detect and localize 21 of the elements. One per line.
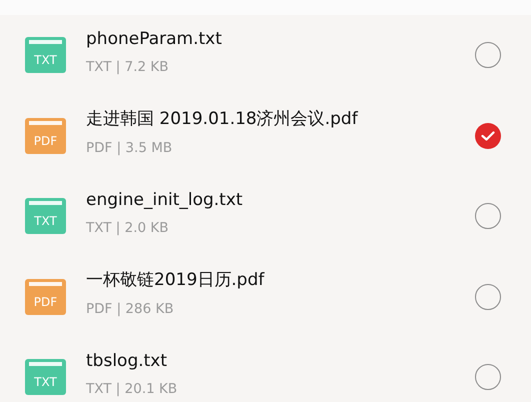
file-name: engine_init_log.txt xyxy=(86,190,244,210)
file-name: phoneParam.txt xyxy=(86,28,223,50)
file-meta: PDF | 286 KB xyxy=(86,300,175,319)
select-radio[interactable] xyxy=(475,284,501,310)
check-icon xyxy=(481,130,495,141)
file-icon: TXT xyxy=(25,37,66,74)
file-name: tbslog.txt xyxy=(86,350,168,372)
file-name: 一杯敬链2019日历.pdf xyxy=(86,270,266,291)
file-meta: PDF | 3.5 MB xyxy=(86,138,174,158)
file-meta: TXT | 7.2 KB xyxy=(86,58,170,78)
select-radio[interactable] xyxy=(475,122,501,149)
file-meta: TXT | 20.1 KB xyxy=(86,380,178,400)
select-radio[interactable] xyxy=(475,364,501,390)
file-icon: TXT xyxy=(25,359,66,396)
file-meta: TXT | 2.0 KB xyxy=(86,219,170,238)
file-name: 走进韩国 2019.01.18济州会议.pdf xyxy=(86,109,359,130)
file-icon: PDF xyxy=(25,278,66,315)
select-radio[interactable] xyxy=(475,42,501,68)
file-icon: PDF xyxy=(25,118,66,154)
select-radio[interactable] xyxy=(475,203,501,230)
file-icon: TXT xyxy=(25,198,66,234)
